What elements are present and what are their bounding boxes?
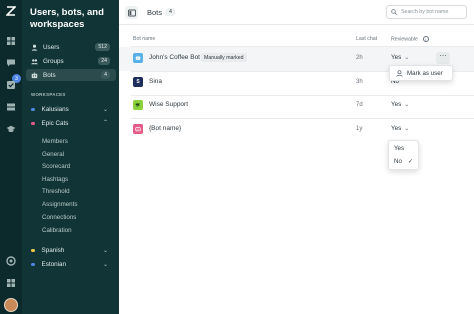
sidebar-item-label: Users [43,43,60,51]
bot-avatar-icon [133,124,143,134]
bot-avatar-icon: S [133,77,143,87]
workspace-subitem-calibration[interactable]: Calibration [42,227,72,234]
bot-name[interactable]: Sina [149,78,162,85]
checkmark-icon: ✓ [407,159,413,165]
workspace-kalusians[interactable]: Kalusians ⌄ [26,104,116,115]
bot-icon [30,71,38,79]
sidebar-item-label: Groups [43,57,64,65]
workspaces-heading: WORKSPACES [31,92,66,97]
page-count-badge: 4 [166,8,175,16]
last-chat: 3h [356,78,363,85]
checkbox-icon[interactable] [5,79,17,91]
last-chat: 1y [356,125,363,132]
workspace-label: Kalusians [41,106,69,113]
workspace-epic-cats[interactable]: Epic Cats ⌃ [26,118,116,129]
chevron-down-icon: ⌄ [404,102,410,108]
apps-grid-icon[interactable] [5,277,17,289]
reviewable-value: Yes [391,54,402,61]
sidebar-item-groups[interactable]: Groups 24 [26,55,116,67]
sidebar-item-label: Bots [43,71,56,79]
workspace-label: Estonian [41,261,67,268]
chevron-down-icon: ⌄ [404,126,410,132]
workspace-dot [31,121,35,126]
chevron-up-icon[interactable]: ⌃ [103,119,108,126]
column-header-reviewable[interactable]: Reviewable i [391,36,429,42]
dropdown-option-no[interactable]: No ✓ [394,158,418,165]
zendesk-logo-icon[interactable] [5,5,17,17]
dashboard-icon[interactable] [5,35,17,47]
more-options-button[interactable]: ⋯ [436,52,450,64]
workspace-dot [31,107,35,112]
info-icon[interactable]: i [422,36,429,42]
manually-marked-tag: Manually marked [201,53,247,62]
column-header-bot-name[interactable]: Bot name [133,36,155,42]
sidebar-item-bots[interactable]: Bots 4 [26,69,116,81]
mark-as-user-menu-item[interactable]: Mark as user [390,70,452,77]
option-label: No [394,158,402,165]
bot-name[interactable]: Wise Support [149,101,188,108]
chevron-down-icon: ⌄ [404,55,410,61]
bot-name[interactable]: {Bot name} [149,125,181,132]
table-row[interactable]: {Bot name} 1y Yes ⌄ [119,118,474,142]
chat-icon[interactable] [5,57,17,69]
count-badge: 512 [95,43,110,51]
sidebar-item-users[interactable]: Users 512 [26,41,116,53]
reviewable-select[interactable]: Yes ⌄ [391,125,409,132]
column-header-last-chat[interactable]: Last chat [356,36,377,42]
groups-icon [30,57,38,65]
sidebar-toggle-button[interactable] [125,6,138,19]
last-chat: 2h [356,54,363,61]
workspace-dot [31,262,35,267]
workspace-spanish[interactable]: Spanish ⌄ [26,245,116,256]
column-header-label: Reviewable [391,36,418,43]
user-icon [396,70,403,77]
reviewable-dropdown: Yes No ✓ [388,140,419,170]
workspace-subitem-threshold[interactable]: Threshold [42,188,70,195]
reviewable-value: Yes [391,125,402,132]
chevron-down-icon[interactable]: ⌄ [103,247,108,254]
table-row[interactable]: Wise Support 7d Yes ⌄ [119,94,474,118]
row-actions-menu: Mark as user [389,65,453,81]
sidebar: Users, bots, and workspaces Users 512 Gr… [22,0,119,314]
bot-avatar-icon [133,100,143,110]
graduation-cap-icon[interactable] [5,123,17,135]
count-badge: 4 [101,71,110,79]
bot-avatar-icon [133,53,143,63]
workspace-subitem-members[interactable]: Members [42,138,68,145]
workspace-dot [31,248,35,253]
bot-name[interactable]: John's Coffee Bot [149,54,200,61]
search-input[interactable] [401,9,465,15]
workspace-subitem-scorecard[interactable]: Scorecard [42,163,70,170]
menu-item-label: Mark as user [407,70,443,77]
sidebar-toggle-icon [127,9,136,16]
page-title: Bots [147,8,163,17]
workspace-subitem-assignments[interactable]: Assignments [42,201,77,208]
workspace-label: Spanish [41,247,65,254]
search-icon [391,9,397,15]
icon-rail: 3 [0,0,22,314]
chevron-down-icon[interactable]: ⌄ [103,106,108,113]
help-icon[interactable] [5,255,17,267]
sidebar-title: Users, bots, and workspaces [30,7,104,30]
workspace-estonian[interactable]: Estonian ⌄ [26,259,116,270]
count-badge: 24 [98,57,110,65]
workspace-subitem-hashtags[interactable]: Hashtags [42,176,68,183]
workspace-label: Epic Cats [41,120,69,127]
reviewable-value: Yes [391,101,402,108]
reviewable-select[interactable]: Yes ⌄ [391,54,409,61]
option-label: Yes [394,145,405,152]
workspace-subitem-general[interactable]: General [42,151,64,158]
search-field[interactable] [386,5,467,19]
page-header: Bots 4 [119,0,474,25]
last-chat: 7d [356,101,363,108]
chevron-down-icon[interactable]: ⌄ [103,261,108,268]
user-icon [30,43,38,51]
dropdown-option-yes[interactable]: Yes [394,145,418,152]
workspace-subitem-connections[interactable]: Connections [42,214,76,221]
main-panel: Bots 4 Bot name Last chat Reviewable i Jo… [119,0,474,314]
inbox-icon[interactable] [5,101,17,113]
reviewable-select[interactable]: Yes ⌄ [391,101,409,108]
avatar[interactable] [4,298,18,312]
